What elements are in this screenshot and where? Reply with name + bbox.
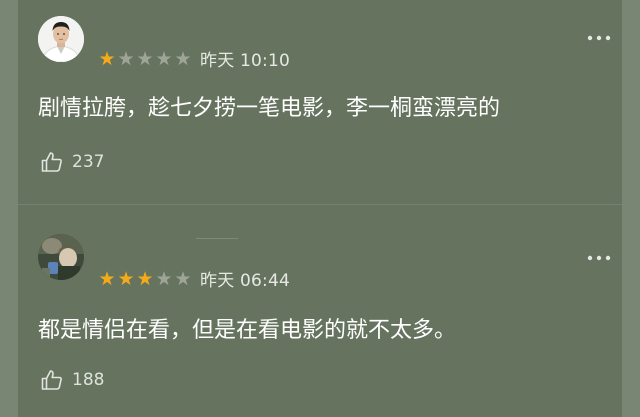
comment-feed: ★ ★ ★ ★ ★ 昨天 10:10 剧情拉胯，趁七夕捞一笔电影，李一桐蛮漂亮的 237 xyxy=(18,0,622,417)
comment-item: ★ ★ ★ ★ ★ 昨天 06:44 都是情侣在看，但是在看电影的就不太多。 188 xyxy=(18,206,622,417)
like-button[interactable]: 237 xyxy=(40,150,104,174)
more-options-icon[interactable] xyxy=(586,32,612,44)
star-filled-icon: ★ xyxy=(98,267,116,290)
star-empty-icon: ★ xyxy=(174,267,192,290)
star-empty-icon: ★ xyxy=(155,267,173,290)
star-filled-icon: ★ xyxy=(98,47,116,70)
star-filled-icon: ★ xyxy=(117,267,135,290)
comment-item: ★ ★ ★ ★ ★ 昨天 10:10 剧情拉胯，趁七夕捞一笔电影，李一桐蛮漂亮的 237 xyxy=(18,0,622,206)
star-empty-icon: ★ xyxy=(174,47,192,70)
user-avatar-icon xyxy=(38,234,84,280)
star-empty-icon: ★ xyxy=(136,47,154,70)
thumbs-up-icon xyxy=(41,152,62,172)
avatar[interactable] xyxy=(38,234,84,280)
star-rating: ★ ★ ★ ★ ★ xyxy=(98,48,192,70)
avatar[interactable] xyxy=(38,16,84,62)
star-filled-icon: ★ xyxy=(136,267,154,290)
comment-meta: ★ ★ ★ ★ ★ 昨天 06:44 xyxy=(98,266,290,292)
like-button[interactable]: 188 xyxy=(40,368,104,392)
divider xyxy=(18,204,622,205)
right-edge xyxy=(622,0,640,417)
comment-time: 昨天 06:44 xyxy=(200,271,290,291)
comment-meta: ★ ★ ★ ★ ★ 昨天 10:10 xyxy=(98,46,290,72)
comment-time: 昨天 10:10 xyxy=(200,51,290,71)
like-count: 188 xyxy=(72,370,105,390)
comment-text: 都是情侣在看，但是在看电影的就不太多。 xyxy=(38,318,457,343)
thumbs-up-icon xyxy=(41,370,62,390)
star-empty-icon: ★ xyxy=(155,47,173,70)
star-rating: ★ ★ ★ ★ ★ xyxy=(98,268,192,290)
more-options-icon[interactable] xyxy=(586,252,612,264)
like-count: 237 xyxy=(72,152,105,172)
left-edge xyxy=(0,0,18,417)
star-empty-icon: ★ xyxy=(117,47,135,70)
comment-text: 剧情拉胯，趁七夕捞一笔电影，李一桐蛮漂亮的 xyxy=(38,96,501,121)
user-avatar-icon xyxy=(38,16,84,62)
